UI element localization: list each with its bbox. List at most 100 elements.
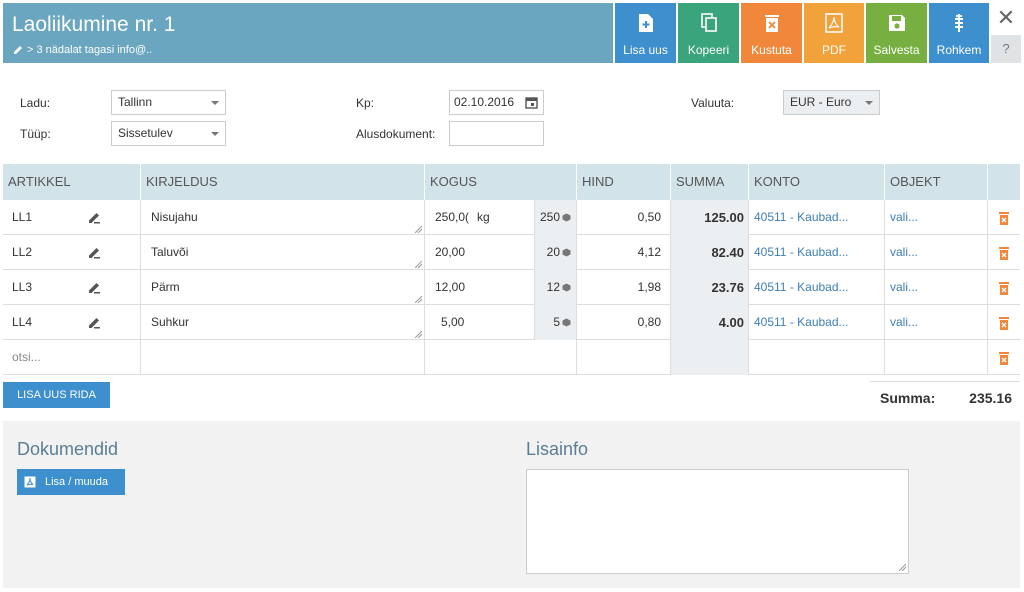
article-code: LL2 <box>12 245 33 259</box>
pencil-icon[interactable] <box>88 316 101 329</box>
unit-label: kg <box>477 210 490 224</box>
column-header-objekt: OBJEKT <box>884 164 987 200</box>
trash-icon[interactable] <box>998 281 1010 295</box>
valuuta-label: Valuuta: <box>691 96 735 110</box>
quantity-cell[interactable]: 20,00 <box>424 235 534 270</box>
object-link[interactable]: vali... <box>884 200 987 235</box>
description-text: Nisujahu <box>151 210 198 224</box>
trash-icon <box>764 15 779 32</box>
box-icon <box>562 248 571 257</box>
account-link[interactable]: 40511 - Kaubad... <box>748 305 884 340</box>
pencil-icon[interactable] <box>88 281 101 294</box>
trash-icon[interactable] <box>998 316 1010 330</box>
trash-icon[interactable] <box>998 246 1010 260</box>
tuup-label: Tüüp: <box>20 127 51 141</box>
info-textarea[interactable] <box>526 469 909 574</box>
resize-handle-icon[interactable] <box>415 226 422 233</box>
kp-label: Kp: <box>356 96 375 110</box>
account-cell <box>748 340 884 375</box>
close-icon[interactable]: ✕ <box>993 6 1019 30</box>
article-cell[interactable]: LL3 <box>3 270 140 305</box>
ladu-label: Ladu: <box>20 96 51 110</box>
price-cell[interactable]: 4,12 <box>576 235 670 270</box>
page-header: Laoliikumine nr. 1 > 3 nädalat tagasi in… <box>3 3 613 63</box>
account-link[interactable]: 40511 - Kaubad... <box>748 270 884 305</box>
description-cell[interactable]: Suhkur <box>140 305 424 340</box>
documents-title: Dokumendid <box>17 439 119 459</box>
pencil-icon[interactable] <box>88 211 101 224</box>
ladu-select[interactable]: Tallinn <box>111 90 226 115</box>
help-button[interactable]: ? <box>991 35 1021 63</box>
tuup-select-value: Sissetulev <box>118 126 173 140</box>
box-icon <box>562 283 571 292</box>
account-link[interactable]: 40511 - Kaubad... <box>748 200 884 235</box>
box-icon <box>562 213 571 222</box>
delete-row-cell <box>987 235 1020 270</box>
column-header-kirjeldus: KIRJELDUS <box>140 164 424 200</box>
sum-cell: 4.00 <box>670 305 748 340</box>
article-cell[interactable]: LL4 <box>3 305 140 340</box>
kp-date-input[interactable]: 02.10.2016 <box>449 90 544 115</box>
trash-icon[interactable] <box>998 211 1010 225</box>
alusdokument-label: Alusdokument: <box>356 127 436 141</box>
description-cell <box>140 340 424 375</box>
table-row: LL3 Pärm 12,00 12 1,98 23.76 40511 - Kau… <box>3 270 1020 305</box>
copy-button[interactable]: Kopeeri <box>678 3 739 63</box>
calendar-icon[interactable] <box>525 96 538 109</box>
pencil-icon[interactable] <box>88 246 101 259</box>
sum-cell: 125.00 <box>670 200 748 235</box>
pdf-button-label: PDF <box>822 43 846 57</box>
add-document-button[interactable]: Lisa / muuda <box>17 469 125 495</box>
column-header-kogus: KOGUS <box>424 164 576 200</box>
resize-handle-icon[interactable] <box>415 261 422 268</box>
resize-handle-icon[interactable] <box>415 331 422 338</box>
article-cell[interactable]: LL2 <box>3 235 140 270</box>
column-header-actions <box>987 164 1020 200</box>
stock-cell: 250 <box>534 200 576 235</box>
object-link[interactable]: vali... <box>884 235 987 270</box>
column-header-konto: KONTO <box>748 164 884 200</box>
description-cell[interactable]: Pärm <box>140 270 424 305</box>
tuup-select[interactable]: Sissetulev <box>111 121 226 146</box>
new-button[interactable]: Lisa uus <box>615 3 676 63</box>
pdf-button[interactable]: PDF <box>804 3 864 63</box>
delete-button[interactable]: Kustuta <box>741 3 802 63</box>
description-cell[interactable]: Taluvõi <box>140 235 424 270</box>
new-document-icon <box>638 14 653 32</box>
price-cell[interactable]: 0,80 <box>576 305 670 340</box>
table-row: LL1 Nisujahu 250,0( kg 250 0,50 125.00 40… <box>3 200 1020 235</box>
stock-cell: 5 <box>534 305 576 340</box>
more-button[interactable]: Rohkem <box>929 3 989 63</box>
header-subtitle[interactable]: > 3 nädalat tagasi info@.. <box>13 44 152 56</box>
add-row-button[interactable]: LISA UUS RIDA <box>3 382 110 408</box>
account-link[interactable]: 40511 - Kaubad... <box>748 235 884 270</box>
pdf-icon <box>24 476 36 488</box>
alusdokument-input[interactable] <box>449 121 544 146</box>
bottom-panel: Dokumendid Lisa / muuda Lisainfo <box>3 421 1020 588</box>
kp-date-value: 02.10.2016 <box>454 95 515 109</box>
quantity-cell[interactable]: 12,00 <box>424 270 534 305</box>
more-button-label: Rohkem <box>936 43 982 57</box>
article-code: LL3 <box>12 280 33 294</box>
article-search-input[interactable]: otsi... <box>3 340 140 375</box>
quantity-value: 250,0( <box>435 210 470 224</box>
delete-row-cell <box>987 305 1020 340</box>
quantity-cell[interactable]: 250,0( kg <box>424 200 534 235</box>
price-cell[interactable]: 0,50 <box>576 200 670 235</box>
resize-handle-icon[interactable] <box>899 564 906 571</box>
resize-handle-icon[interactable] <box>415 296 422 303</box>
object-link[interactable]: vali... <box>884 305 987 340</box>
article-cell[interactable]: LL1 <box>3 200 140 235</box>
quantity-cell[interactable]: 5,00 <box>424 305 534 340</box>
page-title: Laoliikumine nr. 1 <box>12 13 176 36</box>
save-button[interactable]: Salvesta <box>866 3 927 63</box>
price-cell[interactable]: 1,98 <box>576 270 670 305</box>
price-cell <box>576 340 670 375</box>
article-code: LL1 <box>12 210 33 224</box>
trash-icon[interactable] <box>998 351 1010 365</box>
delete-row-cell <box>987 340 1020 375</box>
new-row: otsi... <box>3 340 1020 375</box>
object-link[interactable]: vali... <box>884 270 987 305</box>
description-cell[interactable]: Nisujahu <box>140 200 424 235</box>
valuuta-select[interactable]: EUR - Euro <box>783 90 880 115</box>
